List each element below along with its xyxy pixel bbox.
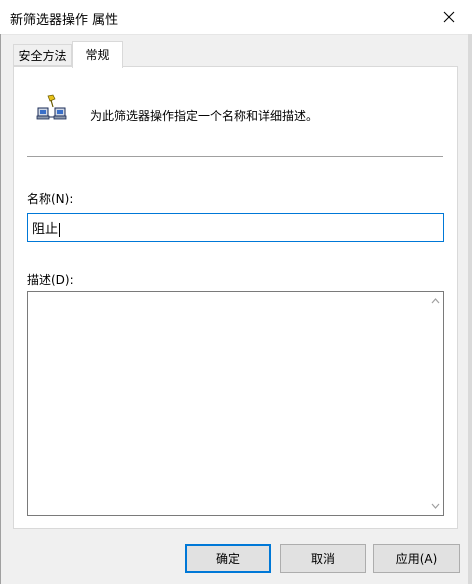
- apply-button[interactable]: 应用(A): [373, 544, 460, 573]
- close-button[interactable]: [426, 0, 472, 34]
- name-label: 名称(N):: [27, 192, 74, 206]
- general-description-text: 为此筛选器操作指定一个名称和详细描述。: [90, 109, 319, 123]
- text-caret: [59, 222, 61, 237]
- tab-general[interactable]: 常规: [72, 41, 123, 68]
- ok-button[interactable]: 确定: [185, 544, 271, 573]
- window-title: 新筛选器操作 属性: [10, 13, 119, 28]
- close-icon: [443, 11, 455, 23]
- cancel-button[interactable]: 取消: [280, 544, 366, 573]
- description-scrollbar[interactable]: [427, 292, 443, 515]
- window-left-edge: [0, 34, 1, 584]
- description-textarea[interactable]: [27, 291, 444, 516]
- name-field[interactable]: 阻止: [27, 213, 444, 242]
- network-filter-icon: [36, 94, 67, 120]
- separator-line: [27, 156, 443, 157]
- title-bar: 新筛选器操作 属性: [0, 0, 472, 35]
- description-label: 描述(D):: [27, 273, 74, 287]
- name-field-value: 阻止: [32, 222, 59, 237]
- scroll-up-arrow-icon[interactable]: [431, 298, 440, 304]
- tab-security-methods[interactable]: 安全方法: [13, 44, 72, 66]
- scroll-down-arrow-icon[interactable]: [431, 503, 440, 509]
- window-right-edge: [468, 34, 472, 584]
